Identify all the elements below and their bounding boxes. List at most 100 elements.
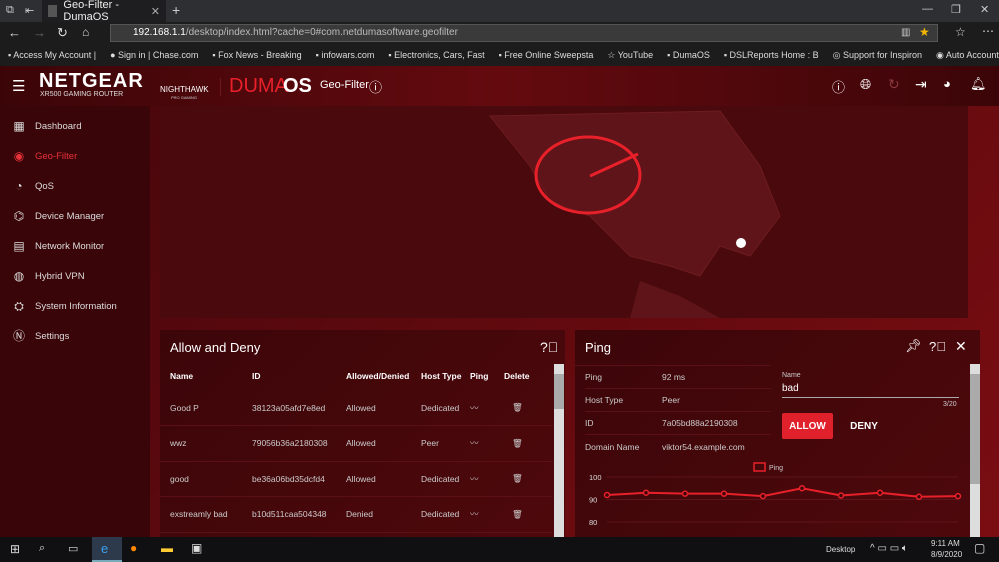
ping-graph-icon[interactable]: 〰 <box>470 496 504 533</box>
store-icon[interactable]: ▣ <box>191 541 202 555</box>
bookmark[interactable]: ▪ Electronics, Cars, Fast <box>388 50 484 60</box>
minimize-icon[interactable]: — <box>922 3 933 15</box>
delete-icon[interactable]: 🗑︎ <box>504 461 553 497</box>
ping-point[interactable] <box>876 489 884 496</box>
bookmark[interactable]: ☆ YouTube <box>607 50 653 61</box>
scrollbar[interactable] <box>970 364 980 537</box>
deny-button[interactable]: DENY <box>840 413 888 439</box>
favicon-icon <box>48 5 58 17</box>
bookmark[interactable]: ▪ infowars.com <box>316 50 375 60</box>
table-row[interactable]: Good P 38123a05afd7e8ed Allowed Dedicated 〰 🗑… <box>160 390 553 426</box>
sidebar-item-dashboard[interactable]: ▦ Dashboard <box>0 111 150 141</box>
palette-icon[interactable]: ◕ <box>943 76 951 91</box>
refresh-icon[interactable]: ↻ <box>57 25 68 41</box>
app-header: ☰ NETGEAR XR500 GAMING ROUTER NIGHTHAWK … <box>0 66 999 106</box>
info-icon[interactable]: ⓘ <box>832 77 845 96</box>
sidebar-item-hybrid-vpn[interactable]: ◍ Hybrid VPN <box>0 261 150 291</box>
file-explorer-icon[interactable]: ▬ <box>161 541 173 555</box>
name-input[interactable]: bad <box>782 383 959 398</box>
table-row[interactable]: exstreamly bad b10d511caa504348 Denied Dedi… <box>160 496 553 533</box>
more-icon[interactable]: ⋯ <box>982 24 994 38</box>
geo-map[interactable] <box>160 106 968 318</box>
help-icon[interactable]: ?⃝ <box>540 339 558 355</box>
notifications-icon[interactable]: ▢ <box>974 541 985 555</box>
ping-point[interactable] <box>681 490 689 497</box>
scrollbar[interactable] <box>554 364 564 537</box>
back-icon[interactable]: ← <box>8 25 21 40</box>
bookmark[interactable]: ◎ Support for Inspiron <box>833 50 922 61</box>
tab-actions-icon[interactable]: ⧉ <box>6 4 14 17</box>
panel-title: Ping <box>585 340 612 355</box>
pin-icon[interactable]: 📌︎ <box>905 338 922 354</box>
allow-button[interactable]: ALLOW <box>782 413 833 439</box>
ping-graph-icon[interactable]: 〰 <box>470 425 504 462</box>
bookmark[interactable]: ● Sign in | Chase.com <box>110 50 198 60</box>
ping-point[interactable] <box>603 491 611 499</box>
close-tab-icon[interactable]: ✕ <box>151 5 160 18</box>
detail-value: 7a05bd88a2190308 <box>662 418 738 428</box>
ping-graph-icon[interactable]: 〰 <box>470 390 504 426</box>
clock-time[interactable]: 9:11 AM <box>931 539 960 548</box>
bookmark[interactable]: ▪ Access My Account | <box>8 50 96 60</box>
bookmark[interactable]: ▪ DSLReports Home : B <box>724 50 819 60</box>
close-icon[interactable]: ✕ <box>955 338 967 355</box>
menu-icon[interactable]: ☰ <box>12 77 25 95</box>
bookmark-label: Support for Inspiron <box>842 49 922 60</box>
delete-icon[interactable]: 🗑︎ <box>504 496 553 533</box>
sidebar-item-geo-filter[interactable]: ◉ Geo-Filter <box>0 141 150 171</box>
restore-icon[interactable]: ❐ <box>951 3 961 16</box>
bookmark[interactable]: ▪ DumaOS <box>667 50 710 60</box>
bookmark[interactable]: ◉ Auto Account Log In <box>936 50 999 61</box>
desktop-toolbar[interactable]: Desktop <box>826 545 855 554</box>
sidebar-item-network-monitor[interactable]: ▤ Network Monitor <box>0 231 150 261</box>
ping-point[interactable] <box>720 490 728 497</box>
ping-point[interactable] <box>954 492 962 500</box>
globe-icon[interactable]: 🌐︎ <box>860 76 871 93</box>
tray-icons[interactable]: ^ ▭ ▭ 🔈︎ <box>870 543 908 554</box>
clock-date[interactable]: 8/9/2020 <box>931 550 962 559</box>
sidebar-item-settings[interactable]: Ⓝ Settings <box>0 321 150 351</box>
ping-details: Ping 92 ms Host Type Peer ID 7a05bd88a21903… <box>575 365 771 458</box>
bell-icon[interactable]: 🔔︎ <box>970 76 987 92</box>
reading-view-icon[interactable]: ▥ <box>901 25 910 41</box>
browser-tab[interactable]: Geo-Filter - DumaOS ✕ <box>42 0 166 23</box>
bookmark[interactable]: ▪ Free Online Sweepsta <box>499 50 594 60</box>
ping-chart: Ping 100 90 80 <box>589 462 962 527</box>
bookmark[interactable]: ▪ Fox News - Breaking <box>212 50 301 60</box>
windows-start-icon[interactable]: ⊞ <box>10 542 20 556</box>
close-window-icon[interactable]: ✕ <box>980 3 989 16</box>
ping-point[interactable] <box>915 493 923 501</box>
table-row[interactable]: wwz 79056b36a2180308 Allowed Peer 〰 🗑︎ <box>160 425 553 462</box>
favorites-hub-icon[interactable]: ☆ <box>955 25 966 39</box>
ping-point[interactable] <box>837 492 845 499</box>
ping-point[interactable] <box>642 489 650 496</box>
sidebar-item-device-manager[interactable]: ⌬ Device Manager <box>0 201 150 231</box>
forward-icon[interactable]: → <box>33 25 46 40</box>
search-icon[interactable]: ⌕ <box>39 542 45 555</box>
cell-status: Allowed <box>346 390 421 426</box>
delete-icon[interactable]: 🗑︎ <box>504 390 553 426</box>
ping-point[interactable] <box>798 485 806 492</box>
ping-graph-icon[interactable]: 〰 <box>470 461 504 497</box>
cell-status: Denied <box>346 496 421 533</box>
table-row[interactable]: good be36a06bd35dcfd4 Allowed Dedicated 〰 🗑︎ <box>160 461 553 497</box>
logout-icon[interactable]: ⇥ <box>915 76 927 93</box>
sidebar-item-qos[interactable]: ◔ QoS <box>0 171 150 201</box>
restart-icon[interactable]: ↻ <box>888 76 900 93</box>
detail-value: Peer <box>662 395 680 405</box>
delete-icon[interactable]: 🗑︎ <box>504 425 553 462</box>
taskbar: ⊞ ⌕ ▭ e ● ▬ ▣ Desktop ^ ▭ ▭ 🔈︎ 9:11 AM 8… <box>0 537 999 562</box>
info-icon: ⛭ <box>14 299 24 313</box>
url-input[interactable]: 192.168.1.1/desktop/index.html?cache=0#c… <box>110 24 938 42</box>
home-icon[interactable]: ⌂ <box>82 25 89 39</box>
task-view-icon[interactable]: ▭ <box>68 542 78 555</box>
edge-taskbar-button[interactable]: e <box>92 537 122 562</box>
help-icon[interactable]: ?⃝ <box>929 339 946 354</box>
help-icon[interactable]: ⓘ <box>369 77 382 96</box>
favorite-star-icon[interactable]: ★ <box>919 24 930 40</box>
firefox-icon[interactable]: ● <box>130 541 137 555</box>
ping-point[interactable] <box>759 492 767 500</box>
sidebar-item-system-information[interactable]: ⛭ System Information <box>0 291 150 321</box>
set-aside-icon[interactable]: ⇤ <box>25 4 34 17</box>
new-tab-icon[interactable]: + <box>172 2 180 18</box>
